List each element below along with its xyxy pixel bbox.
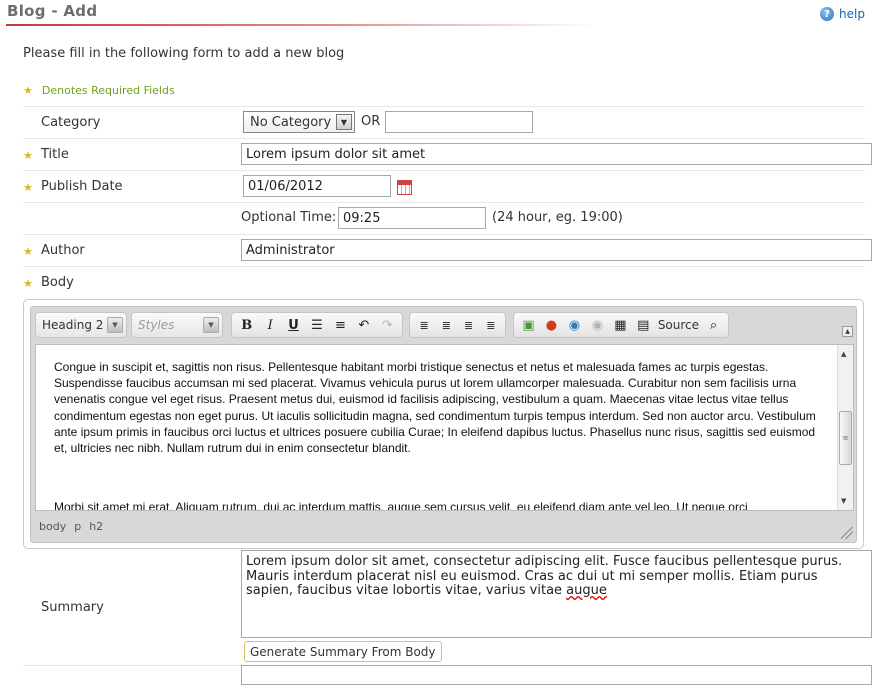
- help-icon: ?: [820, 7, 835, 21]
- align-right-icon[interactable]: ≣: [461, 316, 477, 334]
- author-label: Author: [41, 243, 85, 258]
- editor-frame: Heading 2 ▼ Styles ▼ B I U ☰ ≡ ↶ ↷ ≣ ≣ ≣…: [30, 306, 857, 543]
- toolbar-basic-styles: B I U ☰ ≡ ↶ ↷: [231, 312, 403, 338]
- summary-label: Summary: [41, 600, 104, 615]
- required-legend: ★ Denotes Required Fields: [23, 84, 175, 97]
- align-center-icon[interactable]: ≣: [438, 316, 454, 334]
- link-icon[interactable]: ◉: [566, 316, 583, 334]
- required-star-icon: ★: [23, 245, 33, 258]
- undo-icon[interactable]: ↶: [355, 316, 372, 334]
- scroll-up-icon[interactable]: ▲: [841, 350, 846, 358]
- help-link[interactable]: ? help: [820, 7, 865, 21]
- path-item[interactable]: p: [74, 520, 81, 533]
- editor-paragraph-partial: Morbi sit amet mi erat. Aliquam rutrum, …: [54, 500, 748, 511]
- bulleted-list-icon[interactable]: ☰: [308, 316, 325, 334]
- source-icon[interactable]: ▤: [635, 316, 652, 334]
- divider: [23, 170, 865, 171]
- category-selected: No Category: [250, 114, 332, 130]
- required-star-icon: ★: [23, 84, 33, 97]
- category-label: Category: [41, 115, 101, 130]
- unlink-icon[interactable]: ◉: [589, 316, 606, 334]
- editor-scrollbar[interactable]: ▲ ≡ ▼: [837, 345, 853, 510]
- element-path-bar: body p h2: [39, 520, 103, 533]
- image-icon[interactable]: ▣: [520, 316, 537, 334]
- title-input[interactable]: [241, 143, 872, 165]
- toolbar-alignment: ≣ ≣ ≣ ≣: [409, 312, 506, 338]
- preview-icon[interactable]: ⌕: [705, 316, 722, 334]
- body-label: Body: [41, 275, 74, 290]
- flash-icon[interactable]: ●: [543, 316, 560, 334]
- editor-content-area[interactable]: Congue in suscipit et, sagittis non risu…: [35, 344, 854, 511]
- path-item[interactable]: body: [39, 520, 66, 533]
- or-label: OR: [361, 114, 381, 129]
- required-star-icon: ★: [23, 277, 33, 290]
- category-select[interactable]: No Category ▼: [243, 111, 355, 133]
- table-icon[interactable]: ▦: [612, 316, 629, 334]
- scroll-thumb[interactable]: ≡: [839, 411, 852, 465]
- optional-time-label: Optional Time:: [241, 210, 337, 225]
- chevron-down-icon[interactable]: ▼: [336, 114, 352, 130]
- toolbar-collapse-icon[interactable]: ▲: [842, 326, 853, 337]
- source-label[interactable]: Source: [658, 318, 699, 332]
- resize-grip-icon[interactable]: [841, 527, 853, 539]
- format-combo-value: Heading 2: [42, 318, 104, 332]
- divider: [23, 234, 865, 235]
- divider: [23, 202, 865, 203]
- chevron-down-icon[interactable]: ▼: [107, 317, 123, 333]
- summary-text: Lorem ipsum dolor sit amet, consectetur …: [246, 554, 843, 598]
- new-category-input[interactable]: [385, 111, 533, 133]
- page-title: Blog - Add: [7, 2, 98, 20]
- scroll-down-icon[interactable]: ▼: [841, 497, 846, 505]
- divider: [23, 138, 865, 139]
- underline-button[interactable]: U: [285, 316, 302, 334]
- redo-icon[interactable]: ↷: [379, 316, 396, 334]
- required-legend-text: Denotes Required Fields: [41, 84, 175, 97]
- time-hint: (24 hour, eg. 19:00): [492, 210, 623, 225]
- calendar-icon[interactable]: [397, 180, 412, 195]
- title-rule: [6, 24, 596, 26]
- rich-text-editor: Heading 2 ▼ Styles ▼ B I U ☰ ≡ ↶ ↷ ≣ ≣ ≣…: [23, 299, 864, 549]
- next-field-input[interactable]: [241, 665, 872, 685]
- generate-summary-button[interactable]: Generate Summary From Body: [244, 641, 442, 662]
- path-item[interactable]: h2: [89, 520, 103, 533]
- divider: [23, 266, 865, 267]
- title-label: Title: [41, 147, 69, 162]
- chevron-down-icon[interactable]: ▼: [203, 317, 219, 333]
- format-combo[interactable]: Heading 2 ▼: [35, 312, 127, 338]
- editor-paragraph: Congue in suscipit et, sagittis non risu…: [54, 360, 816, 456]
- intro-text: Please fill in the following form to add…: [23, 46, 345, 61]
- required-star-icon: ★: [23, 181, 33, 194]
- numbered-list-icon[interactable]: ≡: [332, 316, 349, 334]
- divider: [23, 106, 865, 107]
- help-label: help: [839, 7, 865, 21]
- bold-button[interactable]: B: [238, 316, 255, 334]
- italic-button[interactable]: I: [261, 316, 278, 334]
- optional-time-input[interactable]: [338, 207, 486, 229]
- required-star-icon: ★: [23, 149, 33, 162]
- publish-date-input[interactable]: [243, 175, 391, 197]
- author-input[interactable]: [241, 239, 872, 261]
- publish-date-label: Publish Date: [41, 179, 123, 194]
- toolbar-insert: ▣ ● ◉ ◉ ▦ ▤ Source ⌕: [513, 312, 729, 338]
- styles-combo[interactable]: Styles ▼: [131, 312, 223, 338]
- styles-combo-value: Styles: [138, 318, 175, 332]
- summary-textarea[interactable]: Lorem ipsum dolor sit amet, consectetur …: [241, 550, 872, 638]
- misspelled-word: augue: [566, 583, 607, 598]
- justify-icon[interactable]: ≣: [483, 316, 499, 334]
- align-left-icon[interactable]: ≣: [416, 316, 432, 334]
